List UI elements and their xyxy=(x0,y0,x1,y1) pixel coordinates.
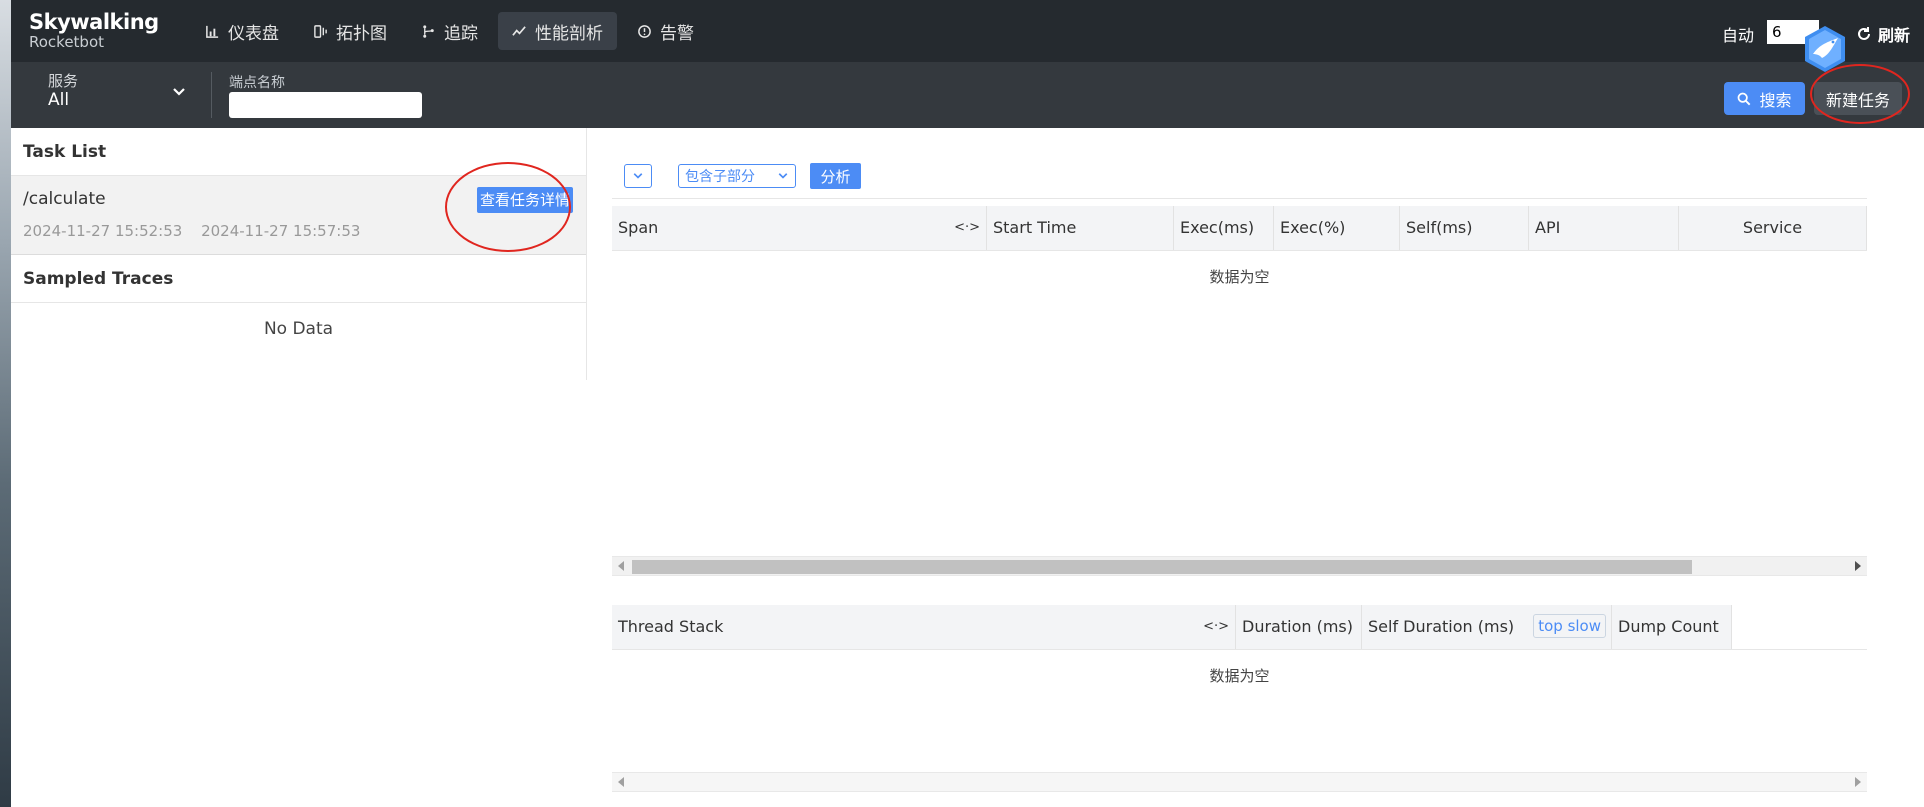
dashboard-chart-icon xyxy=(206,25,219,38)
col-span[interactable]: Span <·> xyxy=(612,206,987,250)
sampled-traces-empty: No Data xyxy=(263,319,334,339)
analysis-panel: 包含子部分 分析 Span <·> Start Time Exec(ms) Ex… xyxy=(612,128,1867,807)
app-window: Skywalking Rocketbot 仪表盘 拓扑图 追踪 性能剖析 告警 … xyxy=(0,0,1924,807)
sampled-traces-title: Sampled Traces xyxy=(11,255,586,303)
nav-alarm[interactable]: 告警 xyxy=(623,12,708,50)
annotation-circle-new-task xyxy=(1810,64,1910,124)
auto-refresh-label: 自动 xyxy=(1722,26,1755,45)
col-exec-ms: Exec(ms) xyxy=(1174,206,1274,250)
refresh-button[interactable]: 刷新 xyxy=(1856,22,1910,46)
trace-branch-icon xyxy=(423,24,434,38)
col-service: Service xyxy=(1679,206,1867,250)
scrollbar-thumb[interactable] xyxy=(632,560,1692,574)
search-icon xyxy=(1738,92,1751,105)
nav-dashboard-label: 仪表盘 xyxy=(228,23,279,44)
task-endpoint-name: /calculate xyxy=(23,189,106,209)
column-resize-toggle[interactable]: <·> xyxy=(954,206,980,250)
span-table-header: Span <·> Start Time Exec(ms) Exec(%) Sel… xyxy=(612,206,1867,250)
column-resize-toggle[interactable]: <·> xyxy=(1203,605,1229,649)
desktop-background-strip xyxy=(0,0,11,807)
scroll-left-arrow[interactable] xyxy=(618,561,624,571)
chevron-down-icon[interactable] xyxy=(171,84,187,100)
col-exec-percent: Exec(%) xyxy=(1274,206,1400,250)
col-start-time: Start Time xyxy=(987,206,1174,250)
thread-table-divider xyxy=(612,649,1867,650)
logo-title: Skywalking xyxy=(29,10,159,34)
analysis-mode-value: 包含子部分 xyxy=(685,169,755,185)
logo-subtitle: Rocketbot xyxy=(29,33,105,51)
col-dump-count: Dump Count xyxy=(1612,605,1732,649)
search-button[interactable]: 搜索 xyxy=(1724,82,1805,115)
task-time-range: 2024-11-27 15:52:53 2024-11-27 15:57:53 xyxy=(23,222,374,240)
nav-profile-label: 性能剖析 xyxy=(535,23,603,44)
nav-alarm-label: 告警 xyxy=(660,23,694,44)
refresh-label: 刷新 xyxy=(1878,26,1911,45)
scroll-right-arrow[interactable] xyxy=(1855,777,1861,787)
nav-topology[interactable]: 拓扑图 xyxy=(299,12,401,50)
col-self-duration: Self Duration (ms) top slow xyxy=(1362,605,1612,649)
col-span-label: Span xyxy=(618,218,659,237)
service-select-value[interactable]: All xyxy=(48,90,69,110)
span-table-divider xyxy=(612,250,1867,251)
col-thread-stack-label: Thread Stack xyxy=(618,617,724,636)
thread-stack-table-header: Thread Stack <·> Duration (ms) Self Dura… xyxy=(612,605,1732,649)
nav-trace-label: 追踪 xyxy=(444,23,478,44)
toolbar-divider xyxy=(211,72,212,118)
alarm-clock-icon xyxy=(638,24,651,38)
topology-icon xyxy=(314,24,327,38)
span-table-empty: 数据为空 xyxy=(1209,268,1270,286)
app-logo[interactable]: Skywalking Rocketbot xyxy=(29,12,159,50)
top-slow-toggle[interactable]: top slow xyxy=(1533,614,1606,638)
span-select[interactable] xyxy=(624,164,652,188)
thread-table-empty: 数据为空 xyxy=(1209,667,1270,685)
search-label: 搜索 xyxy=(1759,90,1792,110)
analysis-mode-select[interactable]: 包含子部分 xyxy=(678,164,796,188)
analyze-button[interactable]: 分析 xyxy=(810,163,861,189)
service-label: 服务 xyxy=(48,72,79,90)
nav-profile[interactable]: 性能剖析 xyxy=(498,12,617,50)
main-nav: 仪表盘 拓扑图 追踪 性能剖析 告警 xyxy=(191,12,708,50)
col-thread-stack[interactable]: Thread Stack <·> xyxy=(612,605,1236,649)
scroll-right-arrow[interactable] xyxy=(1855,561,1861,571)
top-navigation-bar: Skywalking Rocketbot 仪表盘 拓扑图 追踪 性能剖析 告警 … xyxy=(11,0,1924,62)
span-table-top-border xyxy=(612,198,1867,199)
nav-dashboard[interactable]: 仪表盘 xyxy=(191,12,293,50)
nav-topology-label: 拓扑图 xyxy=(336,23,387,44)
profile-trend-icon xyxy=(512,25,526,36)
task-end-time: 2024-11-27 15:57:53 xyxy=(201,222,361,240)
endpoint-label: 端点名称 xyxy=(229,75,285,91)
chevron-down-icon xyxy=(633,173,643,179)
profile-toolbar: 服务 All 端点名称 搜索 新建任务 xyxy=(11,62,1924,128)
span-table-scrollbar[interactable] xyxy=(612,556,1867,576)
thread-table-scrollbar[interactable] xyxy=(612,772,1867,792)
endpoint-name-input[interactable] xyxy=(229,92,422,118)
scroll-left-arrow[interactable] xyxy=(618,777,624,787)
refresh-icon xyxy=(1858,27,1870,40)
task-start-time: 2024-11-27 15:52:53 xyxy=(23,222,183,240)
nav-trace[interactable]: 追踪 xyxy=(407,12,492,50)
analysis-controls: 包含子部分 分析 xyxy=(624,163,861,189)
col-duration: Duration (ms) xyxy=(1236,605,1362,649)
col-api: API xyxy=(1529,206,1679,250)
col-self-ms: Self(ms) xyxy=(1400,206,1529,250)
annotation-circle-detail xyxy=(445,162,571,252)
col-self-duration-label: Self Duration (ms) xyxy=(1368,617,1515,636)
chevron-down-icon xyxy=(778,173,788,179)
